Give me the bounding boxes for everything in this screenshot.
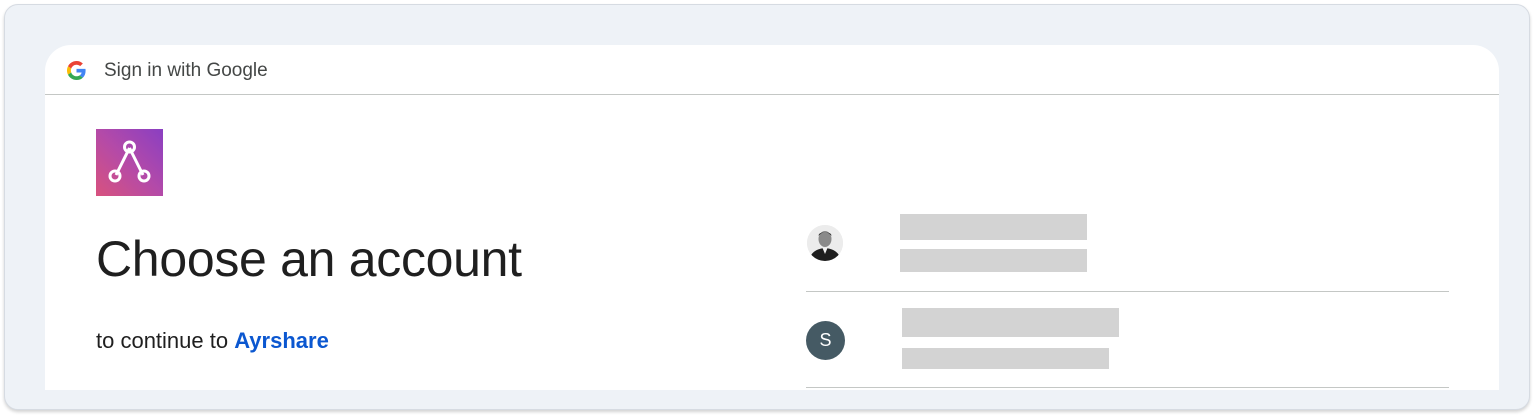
browser-frame: Sign in with Google Choose an account to… xyxy=(4,4,1530,410)
subtitle: to continue to Ayrshare xyxy=(96,328,329,354)
subtitle-prefix: to continue to xyxy=(96,328,229,353)
account-item[interactable] xyxy=(806,195,1449,292)
account-email-redacted xyxy=(902,348,1109,369)
account-name-redacted xyxy=(902,308,1119,337)
avatar xyxy=(807,225,843,261)
google-g-icon xyxy=(67,61,86,80)
page-title: Choose an account xyxy=(96,231,522,287)
dialog-header: Sign in with Google xyxy=(45,45,1499,95)
account-name-redacted xyxy=(900,214,1087,240)
avatar: S xyxy=(806,321,845,360)
sign-in-dialog: Sign in with Google Choose an account to… xyxy=(45,45,1499,390)
account-email-redacted xyxy=(900,249,1087,272)
account-item[interactable]: S xyxy=(806,292,1449,388)
header-title: Sign in with Google xyxy=(104,60,268,81)
ayrshare-logo-icon xyxy=(96,129,163,196)
app-name-link[interactable]: Ayrshare xyxy=(234,328,329,353)
